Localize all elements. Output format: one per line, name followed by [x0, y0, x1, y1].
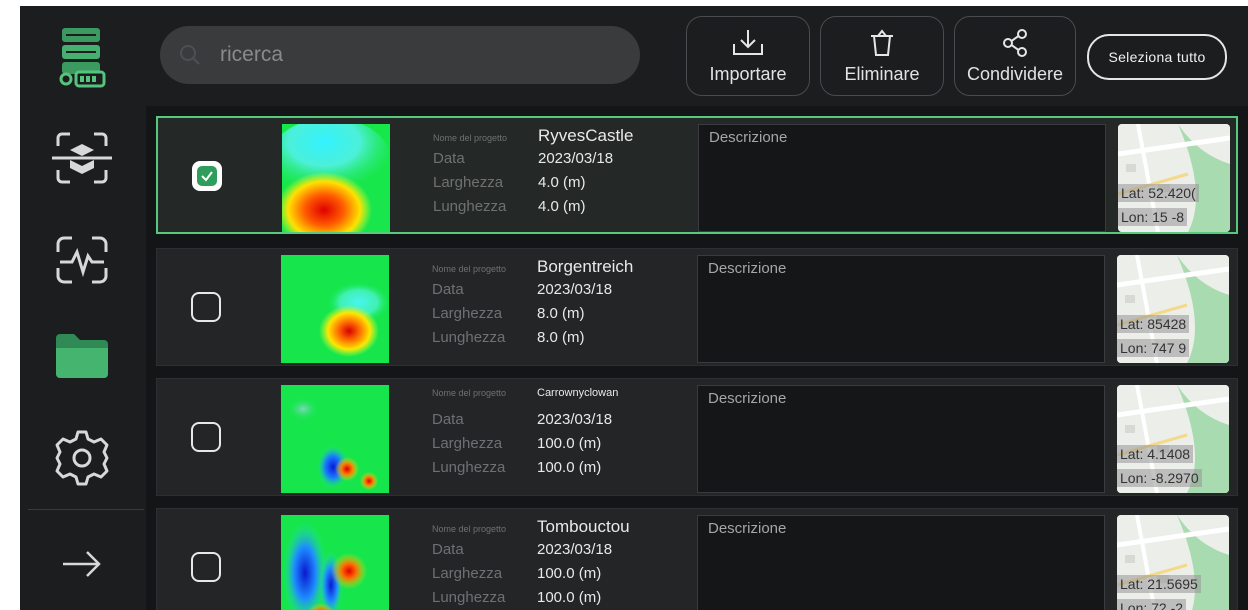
row-checkbox[interactable] [191, 422, 221, 452]
project-date: 2023/03/18 [537, 541, 613, 558]
import-button[interactable]: Importare [686, 16, 810, 96]
heatmap-thumbnail [281, 515, 389, 610]
gear-icon [55, 430, 109, 486]
row-checkbox[interactable] [191, 552, 221, 582]
project-name-label: Nome del progetto [432, 264, 507, 274]
sidebar-item-settings[interactable] [44, 420, 120, 496]
project-date: 2023/03/18 [537, 281, 613, 298]
date-label: Data [432, 411, 464, 428]
import-label: Importare [709, 63, 787, 84]
trash-icon [871, 28, 893, 56]
project-length: 4.0 (m) [538, 198, 586, 215]
longitude: Lon: 72 -2 [1117, 599, 1187, 610]
search-input[interactable] [218, 42, 602, 68]
project-info: Nome del progetto Tombouctou Data 2023/03/… [432, 517, 682, 610]
longitude: Lon: 747 9 [1117, 339, 1190, 357]
project-name-label: Nome del progetto [432, 524, 507, 534]
share-button[interactable]: Condividere [954, 16, 1076, 96]
project-width: 8.0 (m) [537, 305, 585, 322]
scan-cube-icon [52, 132, 112, 184]
map-thumbnail[interactable]: Lat: 21.5695 Lon: 72 -2 [1117, 515, 1229, 610]
server-battery-icon [59, 28, 106, 88]
width-label: Larghezza [433, 174, 504, 191]
project-name: Borgentreich [537, 257, 634, 276]
project-row[interactable]: Nome del progetto RyvesCastle Data 2023/03… [156, 116, 1238, 234]
folder-icon [56, 334, 108, 378]
search-icon [178, 43, 202, 67]
width-label: Larghezza [432, 305, 503, 322]
check-icon [197, 166, 217, 186]
download-icon [733, 29, 763, 55]
map-thumbnail[interactable]: Lat: 52.420( Lon: 15 -8 [1118, 124, 1230, 232]
sidebar-item-scan[interactable] [44, 120, 120, 196]
select-all-button[interactable]: Seleziona tutto [1087, 34, 1227, 80]
map-thumbnail[interactable]: Lat: 4.1408 Lon: -8.2970 [1117, 385, 1229, 493]
date-label: Data [432, 541, 464, 558]
app-window: Importare Eliminare Condividere Selezion… [20, 6, 1248, 610]
latitude: Lat: 21.5695 [1117, 575, 1201, 593]
share-label: Condividere [966, 63, 1064, 84]
project-name-label: Nome del progetto [433, 133, 508, 143]
length-label: Lunghezza [432, 589, 506, 606]
sidebar-item-devices[interactable] [44, 18, 120, 94]
pulse-scan-icon [56, 236, 108, 284]
map-icon [1117, 515, 1229, 610]
longitude: Lon: 15 -8 [1118, 208, 1188, 226]
sidebar-divider [28, 509, 144, 510]
heatmap-thumbnail [281, 255, 389, 363]
project-name: Tombouctou [537, 517, 630, 536]
delete-button[interactable]: Eliminare [820, 16, 944, 96]
latitude: Lat: 4.1408 [1117, 445, 1194, 463]
project-width: 4.0 (m) [538, 174, 586, 191]
sidebar-item-signal[interactable] [44, 222, 120, 298]
width-label: Larghezza [432, 435, 503, 452]
row-checkbox[interactable] [192, 161, 222, 191]
description-field[interactable]: Descrizione [698, 124, 1106, 232]
description-field[interactable]: Descrizione [697, 255, 1105, 363]
arrow-right-icon [63, 551, 101, 577]
heatmap-thumbnail [282, 124, 390, 232]
sidebar-item-next[interactable] [44, 526, 120, 602]
latitude: Lat: 52.420( [1118, 184, 1199, 202]
sidebar-item-projects[interactable] [44, 318, 120, 394]
delete-label: Eliminare [844, 63, 920, 84]
map-thumbnail[interactable]: Lat: 85428 Lon: 747 9 [1117, 255, 1229, 363]
project-width: 100.0 (m) [537, 565, 602, 582]
project-list: Nome del progetto RyvesCastle Data 2023/03… [146, 106, 1248, 610]
longitude: Lon: -8.2970 [1117, 469, 1202, 487]
project-info: Nome del progetto Borgentreich Data 2023/0… [432, 257, 682, 353]
length-label: Lunghezza [433, 198, 507, 215]
project-width: 100.0 (m) [537, 435, 602, 452]
project-name-label: Nome del progetto [432, 388, 507, 398]
project-info: Nome del progetto RyvesCastle Data 2023/03… [433, 126, 683, 222]
project-name: Carrownyclowan [537, 387, 619, 399]
latitude: Lat: 85428 [1117, 315, 1190, 333]
row-checkbox[interactable] [191, 292, 221, 322]
length-label: Lunghezza [432, 459, 506, 476]
project-length: 100.0 (m) [537, 589, 602, 606]
project-date: 2023/03/18 [538, 150, 614, 167]
description-field[interactable]: Descrizione [697, 515, 1105, 610]
search-bar[interactable] [160, 26, 640, 84]
heatmap-thumbnail [281, 385, 389, 493]
project-length: 8.0 (m) [537, 329, 585, 346]
date-label: Data [432, 281, 464, 298]
share-icon [1003, 28, 1027, 57]
project-length: 100.0 (m) [537, 459, 602, 476]
project-row[interactable]: Nome del progetto Tombouctou Data 2023/03/… [156, 508, 1238, 610]
sidebar [20, 6, 148, 610]
length-label: Lunghezza [432, 329, 506, 346]
date-label: Data [433, 150, 465, 167]
project-date: 2023/03/18 [537, 411, 613, 428]
project-row[interactable]: Nome del progetto Carrownyclowan Data 2023… [156, 378, 1238, 496]
project-name: RyvesCastle [538, 126, 634, 145]
project-row[interactable]: Nome del progetto Borgentreich Data 2023/0… [156, 248, 1238, 366]
width-label: Larghezza [432, 565, 503, 582]
description-field[interactable]: Descrizione [697, 385, 1105, 493]
project-info: Nome del progetto Carrownyclowan Data 2023… [432, 387, 682, 483]
